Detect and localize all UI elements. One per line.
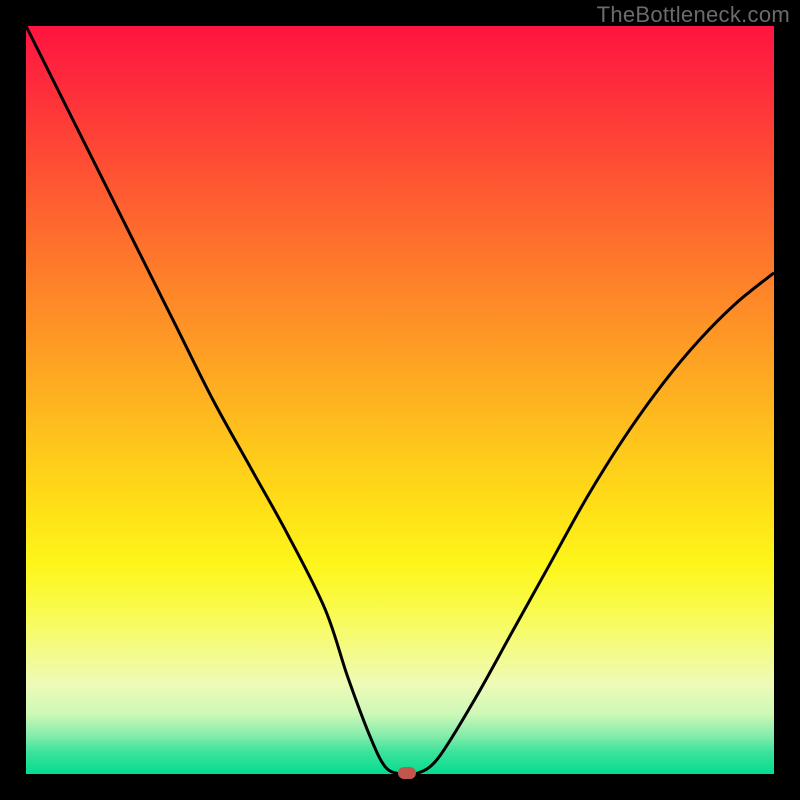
chart-frame: TheBottleneck.com bbox=[0, 0, 800, 800]
curve-line bbox=[26, 26, 774, 774]
watermark-text: TheBottleneck.com bbox=[597, 2, 790, 28]
bottleneck-curve bbox=[26, 26, 774, 774]
minimum-marker bbox=[398, 767, 416, 779]
